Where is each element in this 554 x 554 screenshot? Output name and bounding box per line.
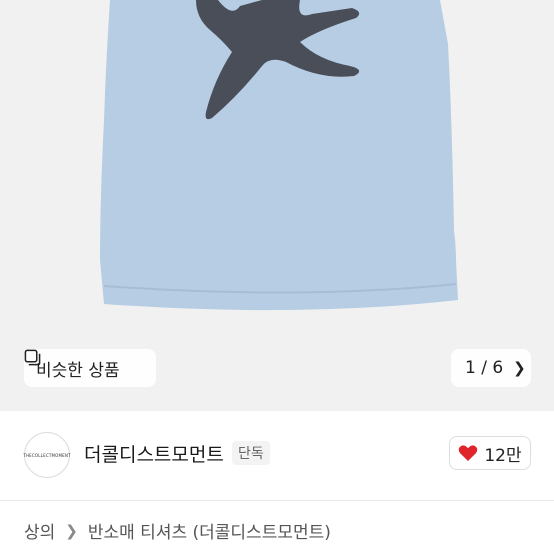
chevron-right-icon: ❯ bbox=[65, 521, 78, 540]
heart-icon bbox=[459, 445, 478, 461]
product-image-gallery[interactable]: 비슷한 상품 1 / 6 ❯ bbox=[0, 0, 554, 411]
similar-items-icon bbox=[24, 349, 41, 366]
similar-products-button[interactable]: 비슷한 상품 bbox=[24, 349, 156, 387]
avatar-logo-text: THECOLLECTMOMENT bbox=[23, 452, 71, 458]
like-count: 12만 bbox=[484, 445, 522, 466]
breadcrumb-category[interactable]: 상의 bbox=[24, 518, 55, 543]
similar-products-label: 비슷한 상품 bbox=[36, 360, 120, 381]
chevron-right-icon: ❯ bbox=[513, 359, 526, 377]
image-counter: 1 / 6 bbox=[465, 358, 504, 378]
exclusive-badge: 단독 bbox=[232, 441, 270, 465]
image-counter-button[interactable]: 1 / 6 ❯ bbox=[451, 349, 531, 387]
breadcrumb-subcategory[interactable]: 반소매 티셔츠 (더콜디스트모먼트) bbox=[88, 518, 331, 543]
store-avatar[interactable]: THECOLLECTMOMENT bbox=[23, 432, 71, 478]
store-name[interactable]: 더콜디스트모먼트 bbox=[84, 440, 224, 467]
breadcrumb: 상의 ❯ 반소매 티셔츠 (더콜디스트모먼트) bbox=[24, 518, 331, 544]
like-button[interactable]: 12만 bbox=[449, 436, 531, 470]
